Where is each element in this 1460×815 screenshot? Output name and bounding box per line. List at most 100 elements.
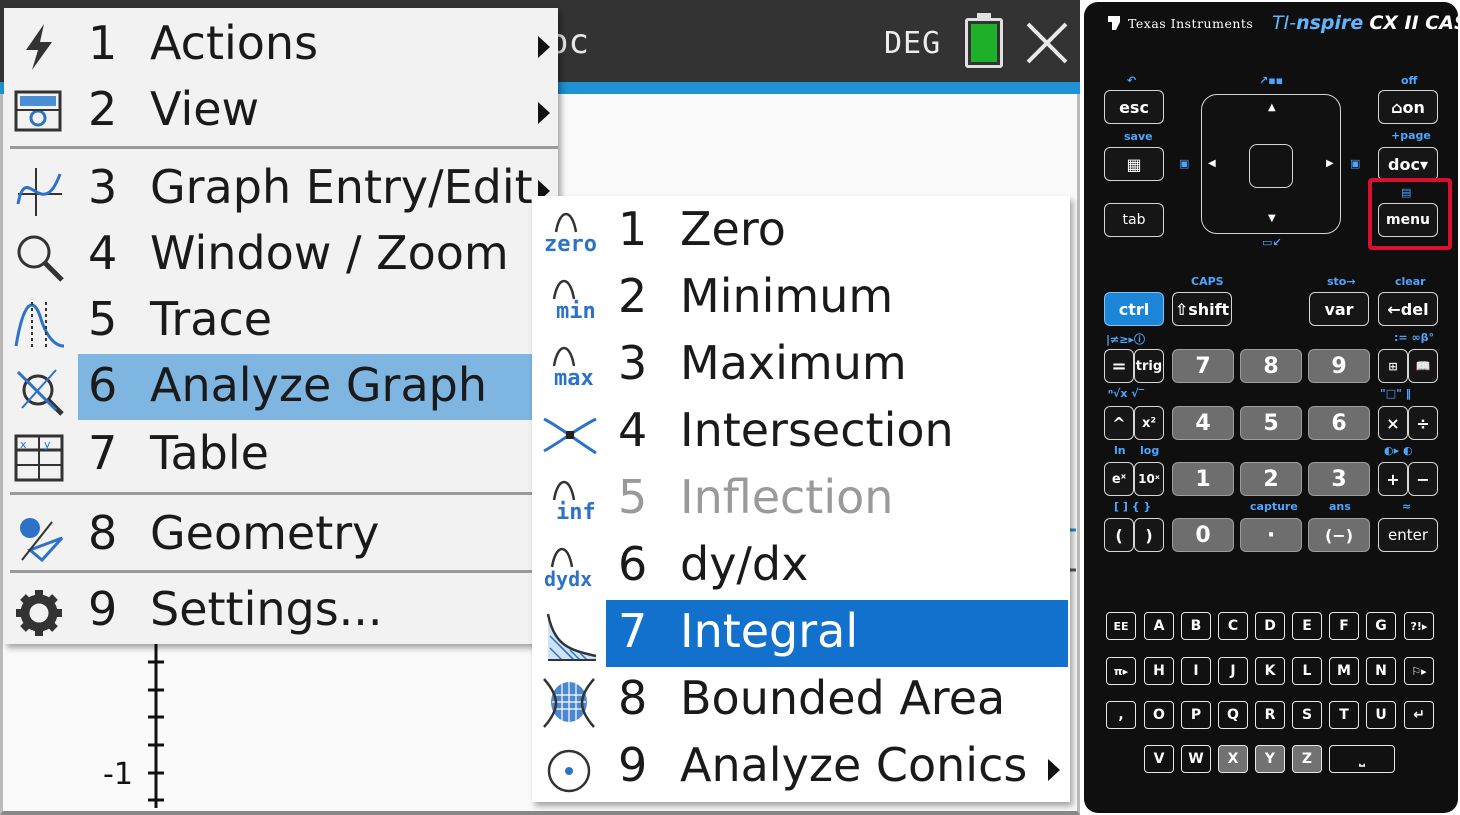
digit-3-key[interactable]: 3 (1308, 462, 1370, 496)
inflection-icon: inf (540, 472, 598, 530)
letter-l-key[interactable]: L (1292, 657, 1322, 685)
ee-key[interactable]: EE (1106, 612, 1136, 640)
decimal-key[interactable]: · (1240, 518, 1302, 552)
right-paren-key[interactable]: ) (1134, 518, 1164, 552)
letter-u-key[interactable]: U (1366, 701, 1396, 729)
enter-key[interactable]: enter (1378, 518, 1438, 552)
letter-t-key[interactable]: T (1329, 701, 1359, 729)
letter-g-key[interactable]: G (1366, 612, 1396, 640)
letter-q-key[interactable]: Q (1218, 701, 1248, 729)
pi-key[interactable]: π▸ (1106, 657, 1136, 685)
menu-item-window-zoom[interactable]: 4 Window / Zoom (4, 222, 558, 288)
exp-key[interactable]: eˣ (1104, 462, 1134, 496)
divide-key[interactable]: ÷ (1408, 406, 1438, 440)
shift-key[interactable]: ⇧ shift (1172, 292, 1232, 326)
quote-label: "□" ‖ (1380, 387, 1412, 400)
submenu-item-intersection[interactable]: 4 Intersection (532, 399, 1070, 466)
letter-e-key[interactable]: E (1292, 612, 1322, 640)
letter-n-key[interactable]: N (1366, 657, 1396, 685)
off-label: off (1401, 74, 1418, 87)
letter-k-key[interactable]: K (1255, 657, 1285, 685)
submenu-item-inflection: inf 5 Inflection (532, 466, 1070, 533)
digit-1-key[interactable]: 1 (1172, 462, 1234, 496)
equals-key[interactable]: = (1104, 349, 1134, 383)
letter-b-key[interactable]: B (1181, 612, 1211, 640)
submenu-item-integral[interactable]: 7 Integral (532, 600, 1070, 667)
submenu-item-number: 3 (618, 336, 648, 390)
submenu-item-minimum[interactable]: min 2 Minimum (532, 265, 1070, 332)
del-key[interactable]: ← del (1378, 292, 1438, 326)
digit-8-key[interactable]: 8 (1240, 349, 1302, 383)
on-key[interactable]: ⌂ on (1378, 90, 1438, 124)
menu-item-geometry[interactable]: 8 Geometry (4, 502, 558, 568)
digit-0-key[interactable]: 0 (1172, 518, 1234, 552)
digit-4-key[interactable]: 4 (1172, 406, 1234, 440)
trig-key[interactable]: trig (1134, 349, 1164, 383)
letter-m-key[interactable]: M (1329, 657, 1359, 685)
minimum-icon: min (540, 271, 598, 329)
letter-c-key[interactable]: C (1218, 612, 1248, 640)
comma-key[interactable]: , (1106, 701, 1136, 729)
catalog-key[interactable]: 📖 (1408, 349, 1438, 383)
submenu-item-number: 5 (618, 470, 648, 524)
right-arrow-icon: ▶ (1326, 158, 1334, 169)
return-key[interactable]: ↵ (1404, 701, 1434, 729)
flag-key[interactable]: ⚐▸ (1404, 657, 1434, 685)
letter-a-key[interactable]: A (1144, 612, 1174, 640)
menu-item-view[interactable]: 2 View (4, 78, 558, 144)
touchpad-click[interactable] (1249, 144, 1293, 188)
square-key[interactable]: x² (1134, 406, 1164, 440)
digit-6-key[interactable]: 6 (1308, 406, 1370, 440)
submenu-item-dydx[interactable]: dydx 6 dy/dx (532, 533, 1070, 600)
tab-key[interactable]: tab (1104, 203, 1164, 237)
menu-item-label: Window / Zoom (150, 226, 509, 280)
digit-5-key[interactable]: 5 (1240, 406, 1302, 440)
letter-f-key[interactable]: F (1329, 612, 1359, 640)
menu-item-actions[interactable]: 1 Actions (4, 12, 558, 78)
menu-item-analyze-graph[interactable]: 6 Analyze Graph (4, 354, 558, 420)
doc-key[interactable]: doc ▾ (1378, 147, 1438, 181)
letter-s-key[interactable]: S (1292, 701, 1322, 729)
letter-z-key[interactable]: Z (1292, 745, 1322, 773)
negative-key[interactable]: (−) (1308, 518, 1370, 552)
digit-2-key[interactable]: 2 (1240, 462, 1302, 496)
letter-i-key[interactable]: I (1181, 657, 1211, 685)
menu-item-trace[interactable]: 5 Trace (4, 288, 558, 354)
letter-r-key[interactable]: R (1255, 701, 1285, 729)
minus-key[interactable]: − (1408, 462, 1438, 496)
left-paren-key[interactable]: ( (1104, 518, 1134, 552)
submenu-item-analyze-conics[interactable]: 9 Analyze Conics (532, 734, 1070, 801)
menu-key-highlight (1368, 178, 1452, 250)
letter-d-key[interactable]: D (1255, 612, 1285, 640)
digit-7-key[interactable]: 7 (1172, 349, 1234, 383)
submenu-item-label: Minimum (680, 269, 894, 323)
menu-item-table[interactable]: x y 7 Table (4, 422, 558, 488)
plus-key[interactable]: + (1378, 462, 1408, 496)
multiply-key[interactable]: × (1378, 406, 1408, 440)
var-key[interactable]: var (1309, 292, 1369, 326)
ctrl-key[interactable]: ctrl (1104, 292, 1164, 326)
esc-key[interactable]: esc (1104, 90, 1164, 124)
menu-item-graph-entry-edit[interactable]: 3 Graph Entry/Edit (4, 156, 558, 222)
scratchpad-key[interactable]: ▦ (1104, 147, 1164, 181)
letter-p-key[interactable]: P (1181, 701, 1211, 729)
ten-power-key[interactable]: 10ˣ (1134, 462, 1164, 496)
letter-h-key[interactable]: H (1144, 657, 1174, 685)
power-key[interactable]: ^ (1104, 406, 1134, 440)
letter-o-key[interactable]: O (1144, 701, 1174, 729)
letter-y-key[interactable]: Y (1255, 745, 1285, 773)
letter-j-key[interactable]: J (1218, 657, 1248, 685)
submenu-item-zero[interactable]: zero 1 Zero (532, 198, 1070, 265)
submenu-item-bounded-area[interactable]: 8 Bounded Area (532, 667, 1070, 734)
space-key[interactable]: ⎵ (1329, 745, 1395, 773)
letter-v-key[interactable]: V (1144, 745, 1174, 773)
submenu-item-maximum[interactable]: max 3 Maximum (532, 332, 1070, 399)
punctuation-key[interactable]: ?!▸ (1404, 612, 1434, 640)
submenu-item-number: 9 (618, 738, 648, 792)
letter-x-key[interactable]: X (1218, 745, 1248, 773)
digit-9-key[interactable]: 9 (1308, 349, 1370, 383)
letter-w-key[interactable]: W (1181, 745, 1211, 773)
down-arrow-icon: ▼ (1268, 213, 1276, 224)
template-key[interactable]: ⊞ (1378, 349, 1408, 383)
menu-item-settings[interactable]: 9 Settings... (4, 578, 558, 644)
